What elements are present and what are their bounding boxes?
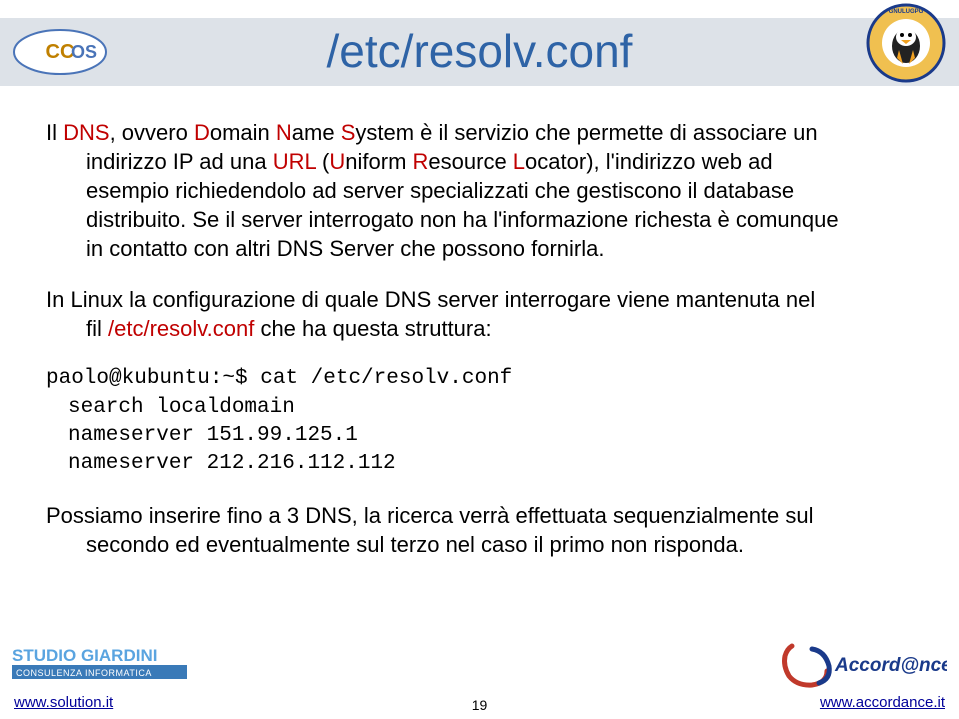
- accordance-logo: Accord@nce: [777, 641, 947, 691]
- red-text: S: [341, 120, 356, 145]
- svg-text:Accord@nce: Accord@nce: [834, 655, 947, 676]
- red-text: D: [194, 120, 210, 145]
- text: ocator), l'indirizzo web ad: [525, 149, 773, 174]
- red-text: URL: [273, 149, 316, 174]
- text: Il: [46, 120, 63, 145]
- text: niform: [345, 149, 412, 174]
- text: ystem è il servizio che permette di asso…: [355, 120, 817, 145]
- paragraph-3: Possiamo inserire fino a 3 DNS, la ricer…: [46, 501, 913, 559]
- text: In Linux la configurazione di quale DNS …: [46, 285, 913, 314]
- paragraph-2: In Linux la configurazione di quale DNS …: [46, 285, 913, 343]
- red-text: /etc/resolv.conf: [108, 316, 254, 341]
- svg-text:STUDIO GIARDINI: STUDIO GIARDINI: [12, 646, 157, 665]
- svg-text:GNULUGPG: GNULUGPG: [889, 9, 924, 15]
- code-block: paolo@kubuntu:~$ cat /etc/resolv.conf se…: [46, 365, 913, 478]
- text: secondo ed eventualmente sul terzo nel c…: [46, 530, 913, 559]
- text: (: [316, 149, 329, 174]
- red-text: DNS: [63, 120, 109, 145]
- text: distribuito. Se il server interrogato no…: [46, 205, 913, 234]
- svg-text:CONSULENZA INFORMATICA: CONSULENZA INFORMATICA: [16, 668, 152, 678]
- text: indirizzo IP ad una: [86, 149, 273, 174]
- code-line: nameserver 151.99.125.1: [46, 422, 913, 450]
- text: Possiamo inserire fino a 3 DNS, la ricer…: [46, 501, 913, 530]
- studio-giardini-logo: STUDIO GIARDINI CONSULENZA INFORMATICA: [12, 643, 192, 691]
- text: omain: [210, 120, 276, 145]
- code-line: paolo@kubuntu:~$ cat /etc/resolv.conf: [46, 365, 913, 393]
- red-text: L: [513, 149, 525, 174]
- content-area: Il DNS, ovvero Domain Name System è il s…: [46, 118, 913, 581]
- red-text: N: [276, 120, 292, 145]
- page-title: /etc/resolv.conf: [0, 24, 959, 78]
- text: , ovvero: [110, 120, 194, 145]
- text: in contatto con altri DNS Server che pos…: [46, 234, 913, 263]
- page-number: 19: [0, 697, 959, 713]
- text: fil: [86, 316, 108, 341]
- text: che ha questa struttura:: [254, 316, 491, 341]
- text: ame: [292, 120, 341, 145]
- code-line: nameserver 212.216.112.112: [46, 450, 913, 478]
- red-text: R: [413, 149, 429, 174]
- text: esource: [428, 149, 512, 174]
- text: esempio richiedendolo ad server speciali…: [46, 176, 913, 205]
- red-text: U: [329, 149, 345, 174]
- paragraph-1: Il DNS, ovvero Domain Name System è il s…: [46, 118, 913, 263]
- code-line: search localdomain: [46, 394, 913, 422]
